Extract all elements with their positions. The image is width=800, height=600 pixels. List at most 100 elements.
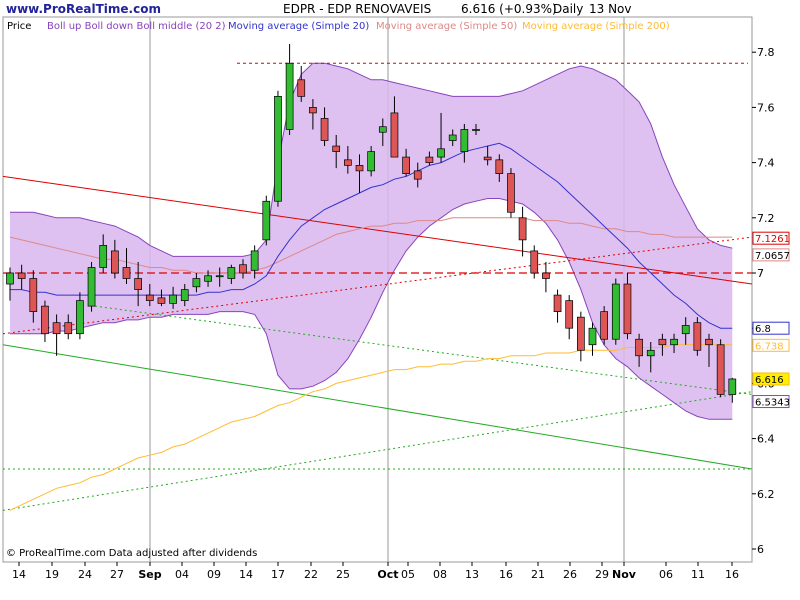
- candle-body: [145, 294, 154, 301]
- candle-body: [215, 275, 224, 278]
- x-tick-label: 24: [78, 568, 92, 581]
- x-tick-label: 21: [531, 568, 545, 581]
- candle[interactable]: [611, 278, 620, 345]
- symbol-title: EDPR - EDP RENOVAVEIS: [283, 2, 431, 16]
- x-tick-label: 19: [45, 568, 59, 581]
- y-tick-label: 6.2: [757, 488, 775, 501]
- chart-frame: 66.26.46.66.877.27.47.67.8 14192427Sep04…: [0, 0, 800, 600]
- x-tick-label: 14: [239, 568, 253, 581]
- candle-body: [542, 272, 550, 279]
- candle-body: [344, 159, 352, 166]
- candle-body: [309, 107, 317, 114]
- x-tick-label: 09: [207, 568, 221, 581]
- candle-body: [110, 250, 119, 274]
- legend-ma200: Moving average (Simple 200): [522, 21, 670, 32]
- candle-body: [460, 129, 469, 152]
- candle-body: [204, 275, 212, 282]
- site-url[interactable]: www.ProRealTime.com: [6, 2, 161, 16]
- legend-ma20: Moving average (Simple 20): [228, 21, 369, 32]
- candle-body: [367, 151, 375, 172]
- candle-body: [518, 217, 527, 241]
- candle[interactable]: [87, 261, 96, 312]
- candle-body: [29, 278, 38, 312]
- x-tick-label: 13: [465, 568, 479, 581]
- candle[interactable]: [507, 168, 515, 218]
- candle-body: [378, 126, 387, 133]
- candle-body: [87, 267, 96, 307]
- x-tick-label: 05: [401, 568, 415, 581]
- candle[interactable]: [693, 317, 702, 356]
- candle-body: [623, 283, 632, 335]
- candle-body: [670, 338, 678, 346]
- candle[interactable]: [262, 195, 271, 246]
- candle[interactable]: [274, 90, 282, 207]
- candle-body: [332, 145, 341, 152]
- candle-body: [320, 118, 329, 141]
- candle-body: [99, 245, 108, 268]
- candle-body: [600, 311, 609, 340]
- candle-body: [588, 327, 597, 346]
- y-tick-label: 6.4: [757, 433, 775, 446]
- axis-tag-label: 7.0657: [755, 251, 790, 262]
- candle-body: [262, 200, 271, 241]
- candle-body: [472, 129, 480, 131]
- price-change: 6.616 (+0.93%): [461, 2, 557, 16]
- x-tick-label: 17: [271, 568, 285, 581]
- candle-body: [390, 112, 399, 158]
- candle-body: [425, 156, 434, 163]
- candle-body: [646, 349, 655, 357]
- candle-body: [285, 62, 294, 130]
- candle[interactable]: [600, 306, 609, 345]
- legend-ma50: Moving average (Simple 50): [376, 21, 517, 32]
- footer-note: © ProRealTime.com Data adjusted after di…: [6, 548, 257, 559]
- axis-tag-label: 6.616: [755, 375, 784, 386]
- candle-body: [565, 300, 574, 329]
- candle[interactable]: [716, 339, 725, 398]
- candle-body: [169, 294, 177, 304]
- axis-tag: 6.738: [752, 338, 790, 352]
- candle-body: [274, 96, 282, 202]
- y-tick-label: 7.2: [757, 212, 775, 225]
- candle-body: [76, 300, 84, 335]
- axis-tag: 6.8: [752, 321, 790, 335]
- axis-tag: 7.0657: [752, 248, 790, 262]
- candle-body: [728, 378, 737, 395]
- axis-tag-label: 7.1261: [755, 234, 790, 245]
- candle-body: [297, 79, 306, 97]
- axis-tag: 6.5343: [752, 395, 790, 409]
- y-tick-label: 7: [757, 267, 764, 280]
- candle-body: [483, 156, 492, 161]
- candle-body: [530, 250, 539, 274]
- candle-body: [122, 267, 131, 279]
- axis-tag: 7.1261: [752, 231, 790, 245]
- x-tick-label: 22: [304, 568, 318, 581]
- x-tick-label: Nov: [612, 568, 637, 581]
- candle-body: [693, 322, 702, 351]
- period: Daily: [553, 2, 583, 16]
- candle-body: [239, 264, 247, 274]
- x-tick-label: 14: [12, 568, 26, 581]
- x-tick-label: 29: [595, 568, 609, 581]
- x-tick-label: 27: [110, 568, 124, 581]
- candle-body: [6, 272, 14, 285]
- candle-body: [180, 289, 189, 301]
- candle-body: [157, 297, 166, 304]
- candle-body: [355, 165, 364, 172]
- candle-body: [52, 322, 61, 335]
- candle-body: [41, 305, 49, 335]
- candle-body: [17, 272, 26, 279]
- x-tick-label: 26: [563, 568, 577, 581]
- candle-body: [227, 267, 236, 279]
- x-tick-label: 08: [433, 568, 447, 581]
- x-tick-label: Oct: [377, 568, 398, 581]
- x-tick-label: 06: [659, 568, 673, 581]
- candle-body: [658, 338, 667, 346]
- candle-body: [437, 148, 445, 158]
- x-tick-label: 04: [175, 568, 189, 581]
- candle-body: [134, 278, 142, 290]
- candle-body: [611, 283, 620, 340]
- x-tick-label: 16: [725, 568, 739, 581]
- candle-body: [413, 170, 422, 180]
- x-tick-label: Sep: [138, 568, 161, 581]
- candle-body: [495, 159, 504, 174]
